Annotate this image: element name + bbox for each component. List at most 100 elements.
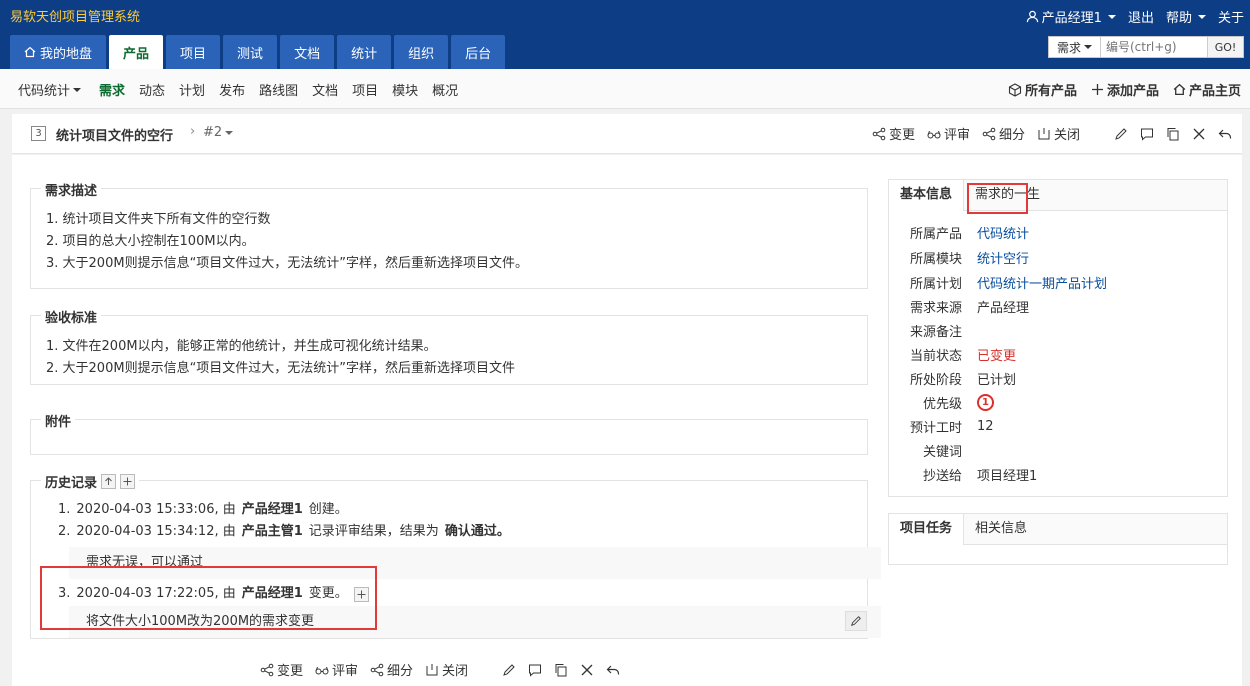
attachment-title: 附件 xyxy=(41,411,76,430)
acceptance-line: 1. 文件在200M以内，能够正常的他统计，并生成可视化统计结果。 xyxy=(46,339,437,354)
info-row-module: 所属模块 统计空行 xyxy=(889,245,1227,269)
sub-nav-left: 代码统计 需求 动态 计划 发布 路线图 文档 项目 模块 概况 xyxy=(18,80,458,99)
product-switcher-label: 代码统计 xyxy=(18,84,71,99)
subnav-plan[interactable]: 计划 xyxy=(179,80,205,99)
search-type-select[interactable]: 需求 xyxy=(1049,37,1101,57)
product-link[interactable]: 代码统计 xyxy=(977,223,1029,242)
home-icon xyxy=(1173,83,1186,96)
comment-icon xyxy=(529,664,542,677)
chevron-down-icon xyxy=(1084,45,1092,49)
search-box: 需求 GO! xyxy=(1048,36,1244,58)
close-story-button[interactable]: 关闭 xyxy=(425,660,468,679)
all-products-link[interactable]: 所有产品 xyxy=(1008,80,1077,99)
priority-badge: 1 xyxy=(977,393,994,411)
comment-button[interactable] xyxy=(1140,127,1154,141)
history-reverse-button[interactable] xyxy=(101,474,117,489)
tab-test[interactable]: 测试 xyxy=(223,35,278,69)
chevron-right-icon: › xyxy=(190,124,196,139)
edit-button[interactable] xyxy=(1114,127,1128,141)
review-button[interactable]: 评审 xyxy=(927,124,970,143)
chevron-down-icon xyxy=(73,87,82,92)
description-line: 2. 项目的总大小控制在100M以内。 xyxy=(46,234,255,249)
user-menu[interactable]: 产品经理1 xyxy=(1026,7,1116,26)
undo-icon xyxy=(606,665,620,674)
info-row-source-note: 来源备注 xyxy=(909,324,962,340)
search-go-button[interactable]: GO! xyxy=(1207,37,1243,57)
back-button[interactable] xyxy=(1218,127,1232,141)
subnav-module[interactable]: 模块 xyxy=(392,80,418,99)
tab-project[interactable]: 项目 xyxy=(166,35,221,69)
info-row-source: 需求来源 产品经理 xyxy=(909,300,1030,316)
comment-icon xyxy=(1141,128,1153,141)
project-task-panel: 项目任务 相关信息 xyxy=(888,513,1228,565)
tab-related-info[interactable]: 相关信息 xyxy=(964,514,1038,544)
subnav-project[interactable]: 项目 xyxy=(352,80,378,99)
tab-product[interactable]: 产品 xyxy=(109,35,164,69)
help-menu[interactable]: 帮助 xyxy=(1166,7,1206,26)
pencil-icon xyxy=(503,663,515,676)
user-icon xyxy=(1026,10,1038,23)
subdivide-button[interactable]: 细分 xyxy=(982,124,1025,143)
story-id-badge: 3 xyxy=(31,126,46,141)
history-title-wrap: 历史记录 xyxy=(41,472,140,491)
chevron-down-icon xyxy=(1197,14,1206,19)
back-button[interactable] xyxy=(606,663,620,677)
acceptance-block: 验收标准 1. 文件在200M以内，能够正常的他统计，并生成可视化统计结果。 2… xyxy=(30,307,868,385)
sitemap-icon xyxy=(982,127,996,140)
logout-link[interactable]: 退出 xyxy=(1128,7,1154,26)
edit-button[interactable] xyxy=(502,663,516,677)
change-button[interactable]: 变更 xyxy=(260,660,303,679)
subnav-view[interactable]: 概况 xyxy=(432,80,458,99)
history-item: 2. 2020-04-03 15:34:12, 由 产品主管1 记录评审结果，结… xyxy=(58,524,510,539)
description-line: 3. 大于200M则提示信息“项目文件过大，无法统计”字样，然后重新选择项目文件… xyxy=(46,256,529,271)
about-link[interactable]: 关于 xyxy=(1218,7,1244,26)
delete-button[interactable] xyxy=(580,663,594,677)
edit-comment-button[interactable] xyxy=(845,611,867,631)
subnav-dynamic[interactable]: 动态 xyxy=(139,80,165,99)
copy-button[interactable] xyxy=(554,663,568,677)
add-product-link[interactable]: 添加产品 xyxy=(1091,80,1159,99)
subnav-release[interactable]: 发布 xyxy=(219,80,245,99)
close-story-button[interactable]: 关闭 xyxy=(1037,124,1080,143)
arrow-up-icon xyxy=(105,477,112,485)
review-label: 评审 xyxy=(332,664,359,679)
tab-my[interactable]: 我的地盘 xyxy=(10,35,107,69)
copy-button[interactable] xyxy=(1166,127,1180,141)
tab-doc[interactable]: 文档 xyxy=(280,35,335,69)
tab-project-task[interactable]: 项目任务 xyxy=(889,514,965,545)
tab-basic-info[interactable]: 基本信息 xyxy=(889,180,965,211)
story-content: 需求描述 1. 统计项目文件夹下所有文件的空行数 2. 项目的总大小控制在100… xyxy=(12,155,1242,686)
module-link[interactable]: 统计空行 xyxy=(977,248,1029,267)
subdivide-button[interactable]: 细分 xyxy=(370,660,413,679)
glasses-icon xyxy=(927,130,941,138)
subdivide-label: 细分 xyxy=(387,664,414,679)
close-story-label: 关闭 xyxy=(442,664,469,679)
description-title: 需求描述 xyxy=(41,180,102,199)
close-icon xyxy=(1193,128,1205,139)
version-switcher[interactable]: #2 xyxy=(203,125,234,140)
delete-button[interactable] xyxy=(1192,127,1206,141)
user-name: 产品经理1 xyxy=(1041,11,1102,26)
subdivide-label: 细分 xyxy=(998,128,1025,143)
product-home-link[interactable]: 产品主页 xyxy=(1173,80,1241,99)
tab-company[interactable]: 组织 xyxy=(394,35,449,69)
info-row-mailto: 抄送给 项目经理1 xyxy=(922,468,1038,484)
tab-report[interactable]: 统计 xyxy=(337,35,392,69)
undo-icon xyxy=(1218,129,1232,138)
comment-button[interactable] xyxy=(528,663,542,677)
subnav-roadmap[interactable]: 路线图 xyxy=(259,80,298,99)
share-icon xyxy=(872,127,886,140)
plan-link[interactable]: 代码统计一期产品计划 xyxy=(977,273,1107,292)
info-row-plan: 所属计划 代码统计一期产品计划 xyxy=(889,270,1227,294)
story-title: 统计项目文件的空行 xyxy=(56,129,174,144)
change-button[interactable]: 变更 xyxy=(872,124,915,143)
glasses-icon xyxy=(315,666,329,674)
product-switcher[interactable]: 代码统计 xyxy=(18,80,82,99)
search-input[interactable] xyxy=(1101,37,1207,57)
history-item: 1. 2020-04-03 15:33:06, 由 产品经理1 创建。 xyxy=(58,502,348,517)
history-expand-button[interactable] xyxy=(120,474,136,489)
subnav-doc[interactable]: 文档 xyxy=(312,80,338,99)
tab-admin[interactable]: 后台 xyxy=(451,35,506,69)
subnav-story[interactable]: 需求 xyxy=(99,80,125,99)
review-button[interactable]: 评审 xyxy=(315,660,358,679)
